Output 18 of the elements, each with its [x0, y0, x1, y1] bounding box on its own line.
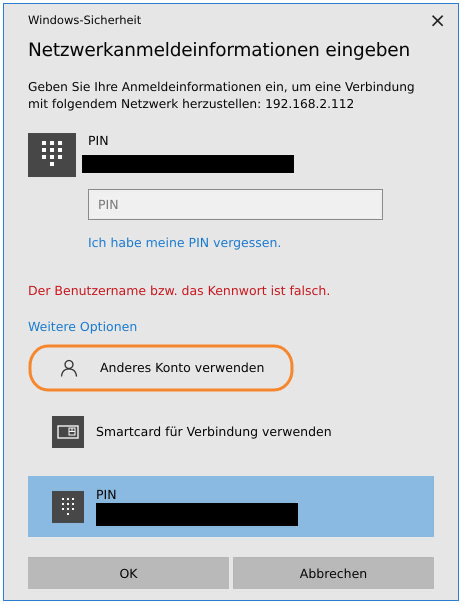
ok-button[interactable]: OK	[28, 557, 229, 589]
sign-in-option[interactable]: Anderes Konto verwenden	[28, 348, 434, 388]
window-title: Windows-Sicherheit	[28, 13, 142, 27]
cancel-button[interactable]: Abbrechen	[233, 557, 434, 589]
forgot-pin-link[interactable]: Ich habe meine PIN vergessen.	[88, 235, 282, 250]
keypad-icon	[28, 133, 76, 177]
sign-in-option[interactable]: PIN	[28, 476, 434, 537]
person-icon	[60, 359, 78, 377]
keypad-icon	[52, 490, 84, 522]
sign-in-option[interactable]: Smartcard für Verbindung verwenden	[28, 412, 434, 452]
error-message: Der Benutzername bzw. das Kennwort ist falsch.	[28, 283, 332, 298]
more-options-link[interactable]: Weitere Optionen	[28, 319, 138, 334]
description-text: Geben Sie Ihre Anmeldeinformationen ein, um eine Verbindung mit folgendem Netzwerk herzustellen: 192.168.2.112	[28, 79, 416, 113]
smartcard-icon	[52, 416, 84, 448]
pin-field[interactable]: PIN	[88, 189, 383, 220]
close-button[interactable]: ×	[425, 10, 450, 30]
dialog-heading: Netzwerkanmeldeinformationen eingeben	[28, 40, 412, 61]
credential-label: PIN	[88, 133, 110, 149]
